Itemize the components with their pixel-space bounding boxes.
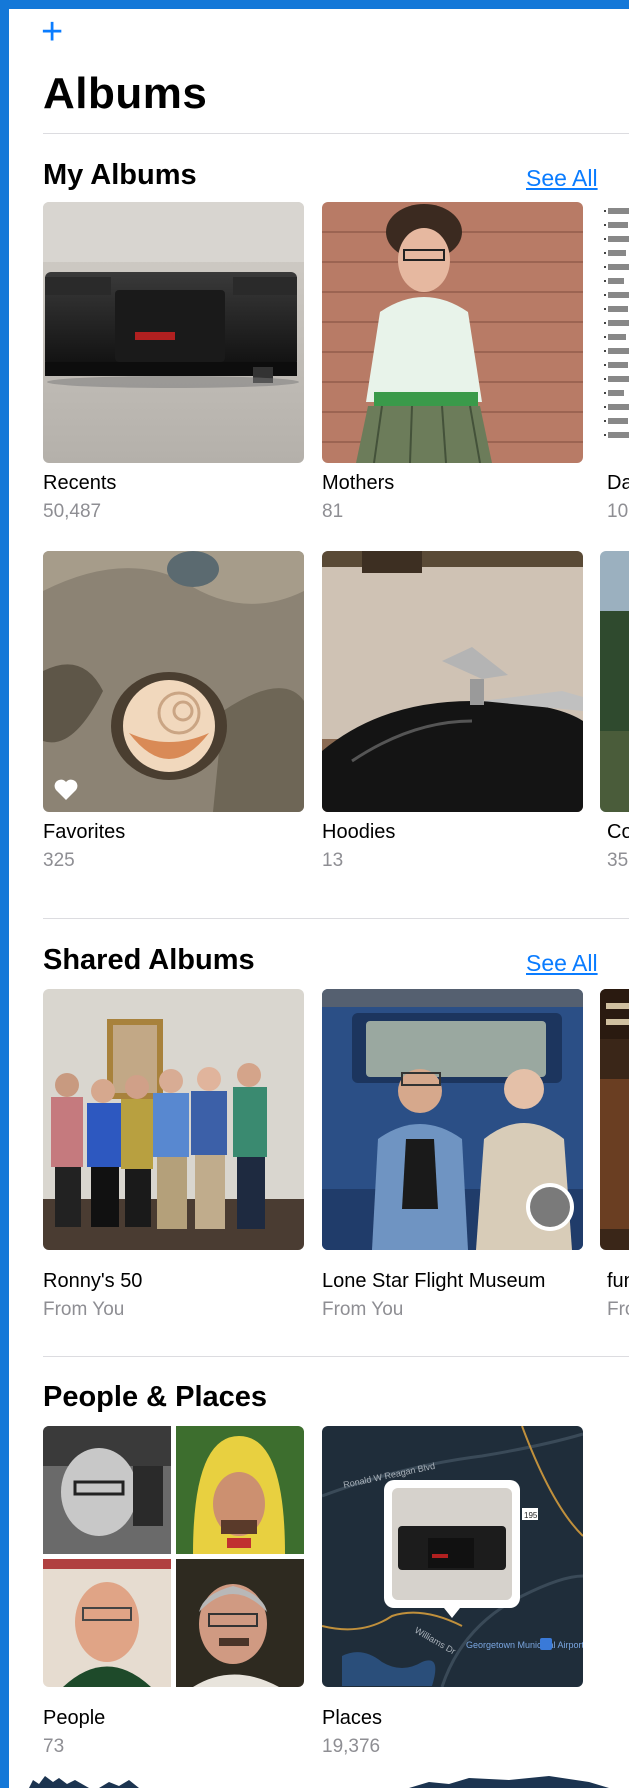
album-count: 10: [607, 501, 629, 522]
shared-album-name: fun: [607, 1270, 629, 1292]
shared-album-ronnys-50-thumbnail[interactable]: [43, 989, 304, 1250]
album-count: 13: [322, 850, 344, 871]
album-name: Hoodies: [322, 821, 396, 843]
people-label: People: [43, 1707, 106, 1729]
people-count: 73: [43, 1736, 65, 1757]
people-album-thumbnail[interactable]: [43, 1426, 304, 1687]
album-mothers-thumbnail[interactable]: [322, 202, 583, 463]
album-count: 50,487: [43, 501, 102, 522]
album-name: Favorites: [43, 821, 126, 843]
album-hoodies-thumbnail[interactable]: [322, 551, 583, 812]
album-col-thumbnail[interactable]: [600, 551, 629, 812]
tab-bar-edge: [9, 1772, 629, 1788]
album-count: 325: [43, 850, 75, 871]
shared-album-owner: From You: [322, 1299, 404, 1320]
shared-album-owner: From You: [43, 1299, 125, 1320]
shared-album-name: Ronny's 50: [43, 1270, 143, 1292]
people-places-title: People & Places: [43, 1381, 268, 1413]
shared-albums-title: Shared Albums: [43, 944, 255, 976]
album-count: 35: [607, 850, 629, 871]
my-albums-title: My Albums: [43, 159, 197, 191]
shared-album-fun-thumbnail[interactable]: [600, 989, 629, 1250]
album-dar-thumbnail[interactable]: [600, 202, 629, 463]
heart-icon: [54, 779, 78, 800]
page-title: Albums: [43, 69, 208, 118]
divider: [43, 918, 629, 919]
album-name: Col: [607, 821, 629, 843]
places-label: Places: [322, 1707, 383, 1729]
place-photo-callout: [384, 1480, 520, 1618]
albums-screen: + Albums My Albums See All Recents 50,48…: [9, 9, 629, 1788]
map-airport-label: Georgetown Municipal Airport: [466, 1640, 583, 1650]
divider: [43, 1356, 629, 1357]
album-favorites-thumbnail[interactable]: [43, 551, 304, 812]
shared-album-lone-star-flight-museum-thumbnail[interactable]: [322, 989, 583, 1250]
album-name: Mothers: [322, 472, 395, 494]
places-count: 19,376: [322, 1736, 381, 1757]
map-route-label: 195: [524, 1511, 538, 1520]
album-recents-thumbnail[interactable]: [43, 202, 304, 463]
shared-album-name: Lone Star Flight Museum: [322, 1270, 546, 1292]
album-count: 81: [322, 501, 344, 522]
my-albums-see-all-link[interactable]: See All: [526, 165, 598, 192]
album-name: Dar: [607, 472, 629, 494]
album-name: Recents: [43, 472, 117, 494]
shared-album-owner: Fro: [607, 1299, 629, 1320]
places-map-thumbnail[interactable]: Ronald W Reagan Blvd Williams Dr 195 Geo…: [322, 1426, 583, 1687]
divider: [43, 133, 629, 134]
shared-albums-see-all-link[interactable]: See All: [526, 950, 598, 977]
add-album-button[interactable]: +: [41, 13, 63, 51]
